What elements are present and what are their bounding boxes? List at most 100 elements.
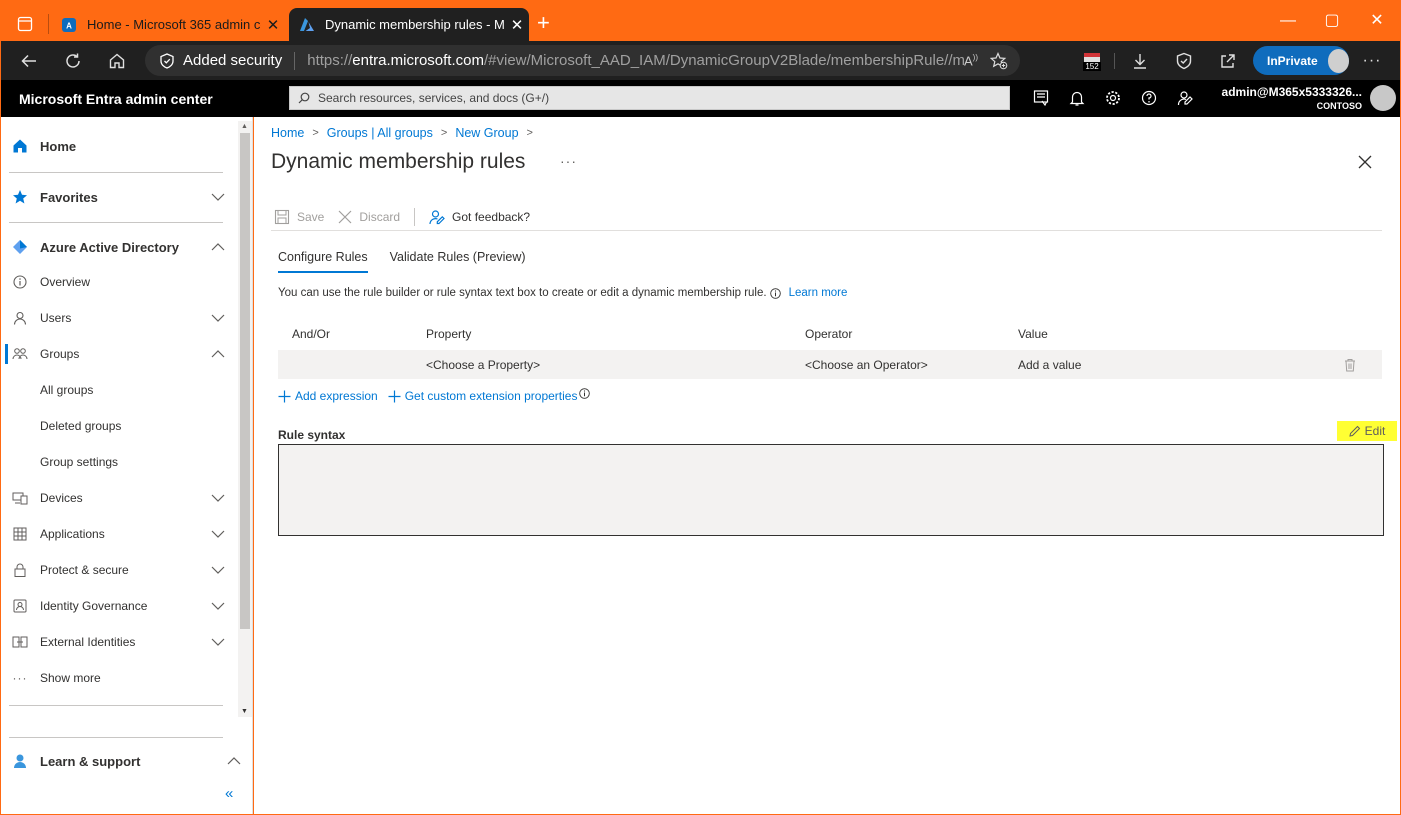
breadcrumb-home[interactable]: Home [271,126,304,140]
delete-icon[interactable] [1344,358,1356,372]
sidebar-item-deleted-groups[interactable]: Deleted groups [1,408,237,444]
sidebar-item-show-more[interactable]: ··· Show more [1,660,237,696]
chevron-down-icon [211,530,225,538]
sidebar-item-users[interactable]: Users [1,300,237,336]
close-blade-button[interactable] [1358,155,1374,171]
divider [9,705,223,706]
security-label: Added security [183,52,283,69]
close-icon[interactable]: ✕ [505,16,529,34]
browser-essentials-button[interactable] [1171,48,1197,74]
sidebar-item-label: Groups [40,347,80,361]
feedback-button[interactable]: Got feedback? [429,209,530,225]
tab-dynamic-membership[interactable]: Dynamic membership rules - Mic ✕ [289,8,529,41]
sidebar-item-group-settings[interactable]: Group settings [1,444,237,480]
edit-rule-button[interactable]: Edit [1337,421,1397,441]
add-expression-button[interactable]: Add expression [278,389,378,403]
tab-validate-rules[interactable]: Validate Rules (Preview) [390,250,526,273]
help-icon[interactable] [1140,89,1158,107]
bell-icon[interactable] [1068,89,1086,107]
sidebar-item-identity-governance[interactable]: Identity Governance [1,588,237,624]
sidebar-item-azure-ad[interactable]: Azure Active Directory [1,229,237,265]
sidebar-item-learn-support[interactable]: Learn & support [1,743,253,779]
avatar[interactable] [1370,85,1396,111]
account-menu[interactable]: admin@M365x5333326... CONTOSO [1222,85,1362,111]
address-bar[interactable]: Added security https://entra.microsoft.c… [145,45,1020,76]
discard-button[interactable]: Discard [338,210,400,224]
user-icon [11,309,29,327]
chevron-down-icon [211,193,225,201]
scroll-down-icon[interactable]: ▼ [241,708,248,715]
sidebar-item-all-groups[interactable]: All groups [1,372,237,408]
feedback-person-icon [429,210,445,225]
downloads-button[interactable] [1127,48,1153,74]
sidebar-item-protect-secure[interactable]: Protect & secure [1,552,237,588]
divider [9,222,223,223]
sidebar-item-label: Learn & support [40,753,141,769]
value-input[interactable]: Add a value [1018,358,1081,372]
sidebar-item-groups[interactable]: Groups [1,336,237,372]
site-security-button[interactable]: Added security [145,51,296,70]
maximize-button[interactable]: ▢ [1321,10,1343,32]
sidebar-scrollbar[interactable]: ▲ ▼ [238,121,252,717]
divider [9,737,223,738]
portal-directory-icon[interactable] [1032,89,1050,107]
favorite-add-icon[interactable] [990,51,1008,70]
collapse-sidebar-button[interactable]: « [225,785,233,802]
read-aloud-icon[interactable]: A)) [964,53,978,68]
tab-configure-rules[interactable]: Configure Rules [278,250,368,273]
gear-icon[interactable] [1104,89,1122,107]
inprivate-profile-button[interactable]: InPrivate [1253,46,1349,75]
home-icon [11,137,29,155]
portal-brand[interactable]: Microsoft Entra admin center [19,91,213,107]
user-name: admin@M365x5333326... [1221,85,1362,99]
learn-more-link[interactable]: Learn more [789,287,848,299]
feedback-icon[interactable] [1176,89,1194,107]
calendar-badge: 152 [1083,61,1101,71]
refresh-button[interactable] [60,48,86,74]
azure-ad-icon [11,238,29,256]
url-text[interactable]: https://entra.microsoft.com/#view/Micros… [307,52,964,69]
share-button[interactable] [1215,48,1241,74]
sidebar-item-home[interactable]: Home [1,128,237,164]
sidebar-item-label: Devices [40,491,83,505]
close-window-button[interactable]: ✕ [1366,10,1388,32]
minimize-button[interactable]: — [1277,10,1299,32]
tab-m365-admin[interactable]: A Home - Microsoft 365 admin cen ✕ [51,8,285,41]
sidebar-item-applications[interactable]: Applications [1,516,237,552]
close-icon[interactable]: ✕ [261,16,285,34]
rule-syntax-textbox[interactable] [278,444,1384,536]
shield-check-icon [160,52,174,69]
save-button[interactable]: Save [274,209,324,225]
sidebar-item-favorites[interactable]: Favorites [1,179,237,215]
global-search-input[interactable]: Search resources, services, and docs (G+… [289,86,1010,110]
breadcrumb-new-group[interactable]: New Group [455,126,518,140]
m365-admin-icon: A [61,17,77,33]
close-icon [1358,155,1372,169]
scroll-up-icon[interactable]: ▲ [241,123,248,130]
custom-extension-button[interactable]: Get custom extension properties [388,387,591,403]
sidebar-item-label: Protect & secure [40,563,129,577]
new-tab-button[interactable]: + [537,12,550,34]
property-dropdown[interactable]: <Choose a Property> [426,358,540,372]
calendar-extension-button[interactable]: 152 [1079,48,1105,74]
column-property: Property [426,327,472,341]
back-button[interactable] [16,48,42,74]
sidebar-item-label: All groups [40,383,94,397]
more-icon: ··· [12,671,28,685]
info-icon [579,387,591,399]
chevron-right-icon: > [312,127,319,139]
sidebar-item-label: External Identities [40,635,136,649]
scrollbar-thumb[interactable] [240,133,250,629]
operator-dropdown[interactable]: <Choose an Operator> [805,358,928,372]
settings-more-button[interactable]: ··· [1359,48,1385,74]
sidebar-item-label: Users [40,311,72,325]
more-options-button[interactable]: ··· [560,153,577,169]
sidebar-item-devices[interactable]: Devices [1,480,237,516]
sidebar-item-label: Applications [40,527,105,541]
home-button[interactable] [104,48,130,74]
breadcrumb-groups[interactable]: Groups | All groups [327,126,433,140]
sidebar-item-external-identities[interactable]: External Identities [1,624,237,660]
sidebar-item-overview[interactable]: Overview [1,264,237,300]
save-icon [274,209,290,225]
tab-actions-icon[interactable] [17,16,33,32]
